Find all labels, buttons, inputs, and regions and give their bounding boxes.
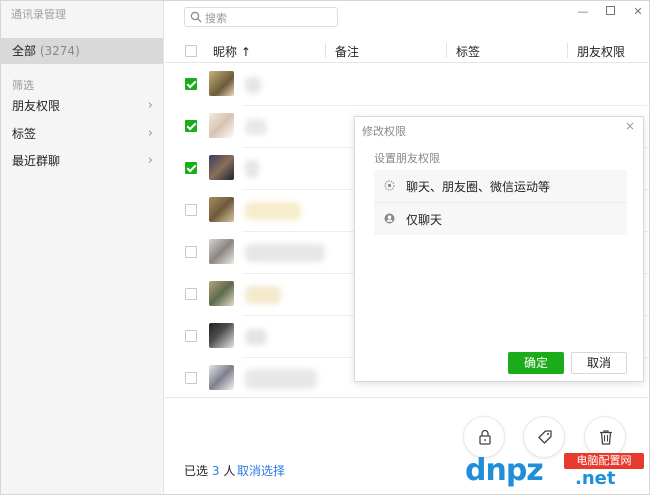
avatar xyxy=(209,365,234,390)
chevron-right-icon: › xyxy=(147,98,153,113)
site-watermark: dnpz 电脑配置网 .net xyxy=(459,451,650,495)
column-header-remark[interactable]: 备注 xyxy=(335,43,359,60)
option-label: 聊天、朋友圈、微信运动等 xyxy=(406,180,551,194)
blurred-nickname xyxy=(245,202,301,220)
dialog-subtitle: 设置朋友权限 xyxy=(374,152,440,165)
blurred-nickname xyxy=(245,369,317,389)
column-header-nickname[interactable]: 昵称 ↑ xyxy=(213,43,251,60)
sidebar-item-recent-groups[interactable]: 最近群聊 › xyxy=(1,149,163,173)
confirm-button[interactable]: 确定 xyxy=(508,352,564,374)
person-icon xyxy=(384,213,395,224)
blurred-nickname xyxy=(245,119,267,135)
dialog-close-icon[interactable]: × xyxy=(625,119,635,133)
search-icon xyxy=(190,11,202,23)
column-header-friend-permission[interactable]: 朋友权限 xyxy=(577,43,625,60)
edit-permission-dialog: 修改权限 × 设置朋友权限 聊天、朋友圈、微信运动等 仅聊天 确定 取消 xyxy=(354,116,644,382)
blurred-nickname xyxy=(245,286,281,304)
avatar xyxy=(209,113,234,138)
contacts-manager-window: 通讯录管理 全部 (3274) 筛选 朋友权限 › 标签 › 最近群聊 › 搜索… xyxy=(0,0,650,495)
maximize-icon[interactable] xyxy=(601,5,619,19)
sidebar-item-tags[interactable]: 标签 › xyxy=(1,122,163,146)
chevron-right-icon: › xyxy=(147,126,153,141)
trash-icon xyxy=(600,430,612,445)
row-checkbox[interactable] xyxy=(185,204,197,216)
column-divider xyxy=(567,43,568,58)
table-header: 昵称 ↑ 备注 标签 朋友权限 xyxy=(165,39,650,63)
permission-option-full[interactable]: 聊天、朋友圈、微信运动等 xyxy=(374,170,627,202)
column-divider xyxy=(446,43,447,58)
sidebar-item-label: 标签 xyxy=(12,127,37,141)
sidebar-item-label: 朋友权限 xyxy=(12,99,61,113)
row-checkbox[interactable] xyxy=(185,288,197,300)
row-checkbox[interactable] xyxy=(185,162,197,174)
cancel-selection-link[interactable]: 取消选择 xyxy=(237,462,285,479)
chevron-right-icon: › xyxy=(147,153,153,168)
row-checkbox[interactable] xyxy=(185,372,197,384)
app-title: 通讯录管理 xyxy=(11,8,66,21)
asterisk-icon xyxy=(384,180,395,191)
avatar xyxy=(209,281,234,306)
avatar xyxy=(209,197,234,222)
row-checkbox[interactable] xyxy=(185,78,197,90)
search-placeholder: 搜索 xyxy=(205,12,227,25)
avatar xyxy=(209,239,234,264)
sidebar-item-friend-permission[interactable]: 朋友权限 › xyxy=(1,94,163,118)
filter-section-heading: 筛选 xyxy=(12,79,34,92)
select-all-checkbox[interactable] xyxy=(185,45,197,57)
minimize-icon[interactable]: — xyxy=(574,5,592,19)
permission-options: 聊天、朋友圈、微信运动等 仅聊天 xyxy=(374,170,627,235)
table-row[interactable] xyxy=(165,64,650,106)
selected-count: 3 xyxy=(211,464,220,478)
dialog-title: 修改权限 xyxy=(362,125,406,138)
selected-count-text: 已选 3 人 xyxy=(184,464,236,478)
row-checkbox[interactable] xyxy=(185,330,197,342)
column-divider xyxy=(325,43,326,58)
avatar xyxy=(209,155,234,180)
sidebar-item-all-label: 全部 xyxy=(12,44,37,58)
blurred-nickname xyxy=(245,160,259,178)
cancel-button[interactable]: 取消 xyxy=(571,352,627,374)
close-icon[interactable]: ✕ xyxy=(629,5,647,19)
watermark-suffix: .net xyxy=(575,468,616,489)
sidebar-item-all[interactable]: 全部 (3274) xyxy=(1,38,163,64)
sidebar-item-label: 最近群聊 xyxy=(12,154,61,168)
divider xyxy=(165,397,650,398)
blurred-nickname xyxy=(245,329,267,345)
avatar xyxy=(209,323,234,348)
blurred-nickname xyxy=(245,244,325,262)
tag-icon xyxy=(538,430,552,444)
search-input[interactable]: 搜索 xyxy=(184,7,338,27)
sidebar-item-all-count: (3274) xyxy=(39,44,80,58)
sidebar: 通讯录管理 全部 (3274) 筛选 朋友权限 › 标签 › 最近群聊 › xyxy=(1,1,164,494)
avatar xyxy=(209,71,234,96)
column-header-tags[interactable]: 标签 xyxy=(456,43,480,60)
permission-option-chat-only[interactable]: 仅聊天 xyxy=(374,203,627,235)
watermark-logo: dnpz xyxy=(465,453,544,488)
blurred-nickname xyxy=(245,77,261,93)
row-checkbox[interactable] xyxy=(185,246,197,258)
watermark-badge: 电脑配置网 xyxy=(564,453,644,469)
option-label: 仅聊天 xyxy=(406,213,443,227)
row-checkbox[interactable] xyxy=(185,120,197,132)
lock-icon xyxy=(479,429,491,445)
